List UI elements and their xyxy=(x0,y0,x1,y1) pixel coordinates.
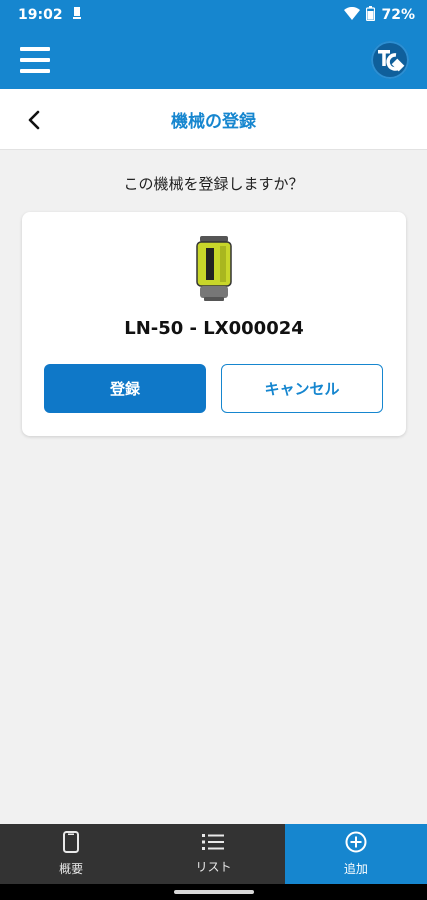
phone-icon xyxy=(63,831,80,856)
nav-item-overview[interactable]: 概要 xyxy=(0,824,142,884)
page-title: 機械の登録 xyxy=(171,111,256,132)
add-circle-icon xyxy=(345,831,367,856)
status-right: 72% xyxy=(344,5,415,25)
nav-item-list[interactable]: リスト xyxy=(142,824,284,884)
title-bar: 機械の登録 xyxy=(0,89,427,150)
nav-item-label: 追加 xyxy=(343,862,368,876)
battery-percent: 72% xyxy=(381,7,415,23)
laser-device-icon xyxy=(192,234,236,302)
status-bar: 19:02 72% xyxy=(0,0,427,30)
tc-app-icon[interactable] xyxy=(371,40,409,79)
status-time: 19:02 xyxy=(18,7,63,23)
cancel-button[interactable]: キャンセル xyxy=(221,364,383,413)
hamburger-icon[interactable] xyxy=(20,46,50,73)
wifi-icon xyxy=(344,6,361,24)
battery-icon xyxy=(366,5,376,25)
device-name: LN-50 - LX000024 xyxy=(124,318,304,339)
back-chevron-icon[interactable] xyxy=(22,107,48,133)
list-icon xyxy=(202,833,225,854)
status-left: 19:02 xyxy=(18,6,81,24)
register-button[interactable]: 登録 xyxy=(44,364,206,413)
gesture-area xyxy=(0,884,427,900)
device-card: LN-50 - LX000024 登録 キャンセル xyxy=(22,212,406,436)
nav-item-add[interactable]: 追加 xyxy=(284,824,427,884)
bottom-navigation: 概要 リスト 追加 xyxy=(0,824,427,884)
register-prompt: この機械を登録しますか？ xyxy=(123,175,304,193)
notification-icon xyxy=(72,6,81,24)
nav-item-label: 概要 xyxy=(59,862,84,876)
app-bar xyxy=(0,30,427,89)
nav-item-label: リスト xyxy=(195,860,232,874)
gesture-handle[interactable] xyxy=(174,890,254,894)
